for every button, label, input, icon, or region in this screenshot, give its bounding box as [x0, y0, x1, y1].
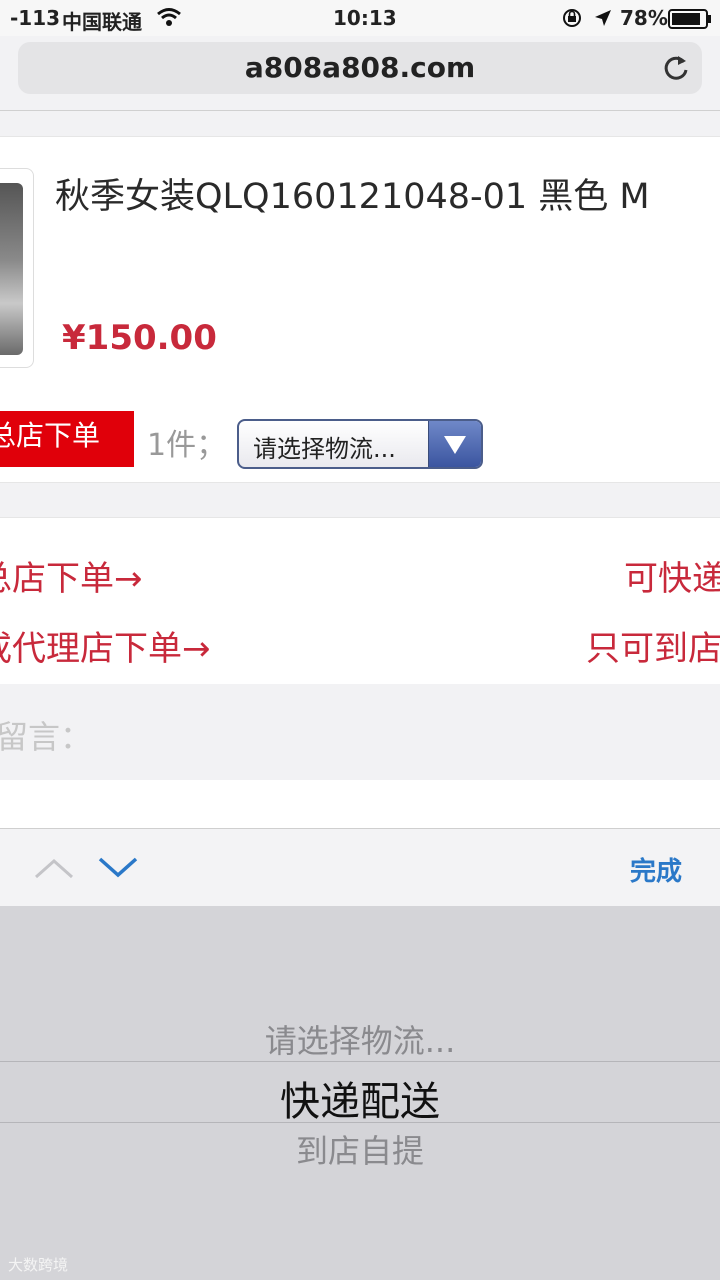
status-bar: -113 中国联通 10:13 78% [0, 0, 720, 36]
signal-strength: -113 [10, 6, 61, 30]
picker-selection-line-top [0, 1061, 720, 1062]
product-thumbnail[interactable] [0, 168, 34, 368]
order-button[interactable]: 总店下单 [0, 411, 134, 467]
watermark: 大数跨境 [8, 1256, 69, 1274]
product-image [0, 183, 23, 355]
content-strip [0, 780, 720, 828]
message-label: 留言： [0, 718, 93, 756]
url-text[interactable]: a808a808.com [18, 51, 702, 84]
quantity-text: 1件； [147, 428, 227, 463]
location-arrow-icon [594, 8, 612, 32]
battery-percent: 78% [620, 6, 668, 30]
browser-divider [0, 110, 720, 111]
carrier-name: 中国联通 [62, 10, 142, 34]
logistics-select-value: 请选择物流... [253, 435, 396, 463]
logistics-select[interactable]: 请选择物流... [237, 419, 483, 469]
rotation-lock-icon [562, 8, 582, 33]
product-title: 秋季女装QLQ160121048-01 黑色 M [55, 177, 650, 217]
chevron-up-icon[interactable] [34, 857, 74, 885]
status-time: 10:13 [333, 6, 397, 30]
agent-store-order-link[interactable]: 或代理店下单→ [0, 621, 211, 670]
picker-selection-line-bottom [0, 1122, 720, 1123]
product-price: ¥150.00 [62, 318, 217, 358]
picker-option-placeholder[interactable]: 请选择物流... [0, 1016, 720, 1062]
url-bar[interactable]: a808a808.com [18, 42, 702, 94]
picker-option-express[interactable]: 快递配送 [0, 1069, 720, 1127]
done-button[interactable]: 完成 [630, 851, 682, 888]
express-available-text: 可快递 [624, 559, 720, 599]
order-button-label: 总店下单 [0, 419, 101, 452]
reload-icon[interactable] [662, 52, 690, 86]
store-pickup-only-text: 只可到店 [586, 629, 720, 669]
logistics-picker[interactable]: 请选择物流... 快递配送 到店自提 [0, 906, 720, 1280]
main-store-order-link[interactable]: 总店下单→ [0, 551, 143, 600]
chevron-down-icon[interactable] [98, 855, 138, 883]
wifi-icon [156, 6, 182, 33]
picker-option-pickup[interactable]: 到店自提 [0, 1126, 720, 1172]
dropdown-arrow-icon [428, 421, 481, 467]
battery-icon [668, 9, 712, 34]
keyboard-toolbar: 完成 [0, 828, 720, 907]
